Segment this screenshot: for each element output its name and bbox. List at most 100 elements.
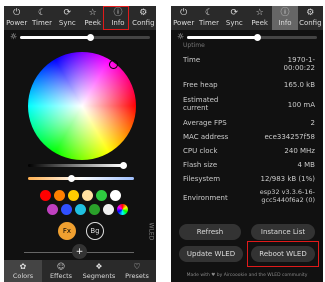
tab-segments[interactable]: ❖ Segments (80, 260, 118, 282)
refresh-button[interactable]: Refresh (179, 224, 241, 240)
row-label: Estimated current (183, 96, 219, 113)
row-label: Time (183, 56, 201, 64)
brightness-knob[interactable] (87, 34, 94, 41)
info-row-cpu: CPU clock 240 MHz (183, 147, 315, 155)
effects-icon: ☺ (56, 261, 66, 271)
swatch-light[interactable] (103, 204, 114, 215)
fx-button[interactable]: Fx (58, 222, 76, 240)
swatch-cyan[interactable] (75, 204, 86, 215)
info-row-time: Time 1970-1- 00:00:22 (183, 56, 315, 73)
wled-side-label: WLED (147, 222, 155, 241)
top-nav: ⏻ Power ☾ Timer ⟳ Sync ☆ Peek ⓘ Info ⚙ Config (171, 6, 323, 30)
swatch-red[interactable] (40, 190, 51, 201)
row-value: 2 (310, 119, 315, 127)
tab-label: Segments (82, 271, 116, 280)
swatch-green[interactable] (96, 190, 107, 201)
swatch-random[interactable] (117, 204, 128, 215)
brightness-knob[interactable] (254, 34, 261, 41)
swatch-magenta[interactable] (47, 204, 58, 215)
nav-sync[interactable]: ⟳ Sync (55, 6, 80, 30)
sync-icon: ⟳ (63, 8, 72, 18)
brightness-track (90, 36, 150, 39)
nav-label: Config (132, 19, 155, 27)
sync-icon: ⟳ (230, 8, 239, 18)
tab-presets[interactable]: ♡ Presets (118, 260, 156, 282)
gear-icon: ⚙ (306, 8, 315, 18)
nav-label: Power (6, 19, 28, 27)
nav-label: Peek (251, 19, 268, 27)
reboot-highlight (247, 241, 319, 267)
tab-colors[interactable]: ✿ Colors (4, 260, 42, 282)
nav-peek[interactable]: ☆ Peek (80, 6, 105, 30)
partial-row-label: Uptime (183, 42, 205, 49)
info-row-environment: Environment esp32 v3.3.6-16- gcc5440f6a2 … (183, 188, 315, 205)
palette-icon: ✿ (19, 261, 27, 271)
swatch-blue[interactable] (61, 204, 72, 215)
row-label: Average FPS (183, 119, 227, 127)
brightness-icon: ☼ (10, 32, 18, 41)
power-icon: ⏻ (180, 8, 188, 18)
nav-label: Peek (84, 19, 101, 27)
nav-timer[interactable]: ☾ Timer (196, 6, 221, 30)
nav-power[interactable]: ⏻ Power (4, 6, 29, 30)
value-slider[interactable] (28, 164, 122, 167)
swatch-dark-green[interactable] (89, 204, 100, 215)
instance-list-button[interactable]: Instance List (251, 224, 315, 240)
nav-info[interactable]: ⓘ Info (272, 6, 298, 30)
swatch-orange[interactable] (54, 190, 65, 201)
color-wheel[interactable] (28, 52, 136, 160)
row-label: Free heap (183, 81, 218, 89)
row-label: Environment (183, 194, 228, 202)
nav-config[interactable]: ⚙ Config (298, 6, 323, 30)
moon-icon: ☾ (204, 8, 214, 18)
row-value: esp32 v3.3.6-16- gcc5440f6a2 (0) (259, 188, 315, 204)
nav-power[interactable]: ⏻ Power (171, 6, 196, 30)
swatch-yellow[interactable] (68, 190, 79, 201)
row-value: 240 MHz (284, 147, 315, 155)
nav-label: Config (299, 19, 322, 27)
kelvin-slider[interactable] (28, 177, 134, 180)
row-label: Flash size (183, 161, 218, 169)
brightness-icon: ☼ (177, 32, 185, 41)
colors-screen: ⏻ Power ☾ Timer ⟳ Sync ☆ Peek ⓘ Info ⚙ Config … (4, 6, 156, 282)
nav-config[interactable]: ⚙ Config (131, 6, 156, 30)
tab-label: Effects (49, 271, 73, 280)
info-row-mac: MAC address ece334257f58 (183, 133, 315, 141)
info-row-fps: Average FPS 2 (183, 119, 315, 127)
brightness-slider[interactable] (20, 36, 90, 39)
brightness-slider[interactable] (187, 36, 257, 39)
value-knob[interactable] (120, 162, 127, 169)
nav-label: Sync (225, 19, 243, 27)
bg-button[interactable]: Bg (86, 222, 104, 240)
presets-icon: ♡ (133, 261, 141, 271)
brightness-track (257, 36, 317, 39)
power-icon: ⏻ (13, 8, 21, 18)
tab-label: Colors (12, 271, 34, 280)
tab-effects[interactable]: ☺ Effects (42, 260, 80, 282)
tab-label: Presets (125, 271, 149, 280)
add-button[interactable]: + (72, 244, 87, 259)
nav-sync[interactable]: ⟳ Sync (222, 6, 247, 30)
color-picker-handle[interactable] (109, 60, 118, 69)
info-highlight (103, 6, 129, 30)
swatch-warm[interactable] (82, 190, 93, 201)
nav-timer[interactable]: ☾ Timer (29, 6, 54, 30)
row-value: 12/983 kB (1%) (260, 175, 316, 183)
update-wled-button[interactable]: Update WLED (179, 246, 243, 262)
kelvin-knob[interactable] (68, 175, 75, 182)
info-row-flash: Flash size 4 MB (183, 161, 315, 169)
row-value: 4 MB (297, 161, 315, 169)
row-label: Filesystem (183, 175, 221, 183)
info-screen: ⏻ Power ☾ Timer ⟳ Sync ☆ Peek ⓘ Info ⚙ Config … (171, 6, 323, 282)
top-nav: ⏻ Power ☾ Timer ⟳ Sync ☆ Peek ⓘ Info ⚙ Config (4, 6, 156, 30)
nav-label: Power (173, 19, 195, 27)
info-row-current: Estimated current 100 mA (183, 96, 315, 113)
swatch-white[interactable] (110, 190, 121, 201)
segments-icon: ❖ (95, 261, 103, 271)
star-icon: ☆ (255, 8, 264, 18)
info-row-heap: Free heap 165.0 kB (183, 81, 315, 89)
info-icon: ⓘ (280, 8, 290, 18)
nav-peek[interactable]: ☆ Peek (247, 6, 272, 30)
row-value: 100 mA (287, 101, 315, 109)
nav-label: Timer (198, 19, 219, 27)
